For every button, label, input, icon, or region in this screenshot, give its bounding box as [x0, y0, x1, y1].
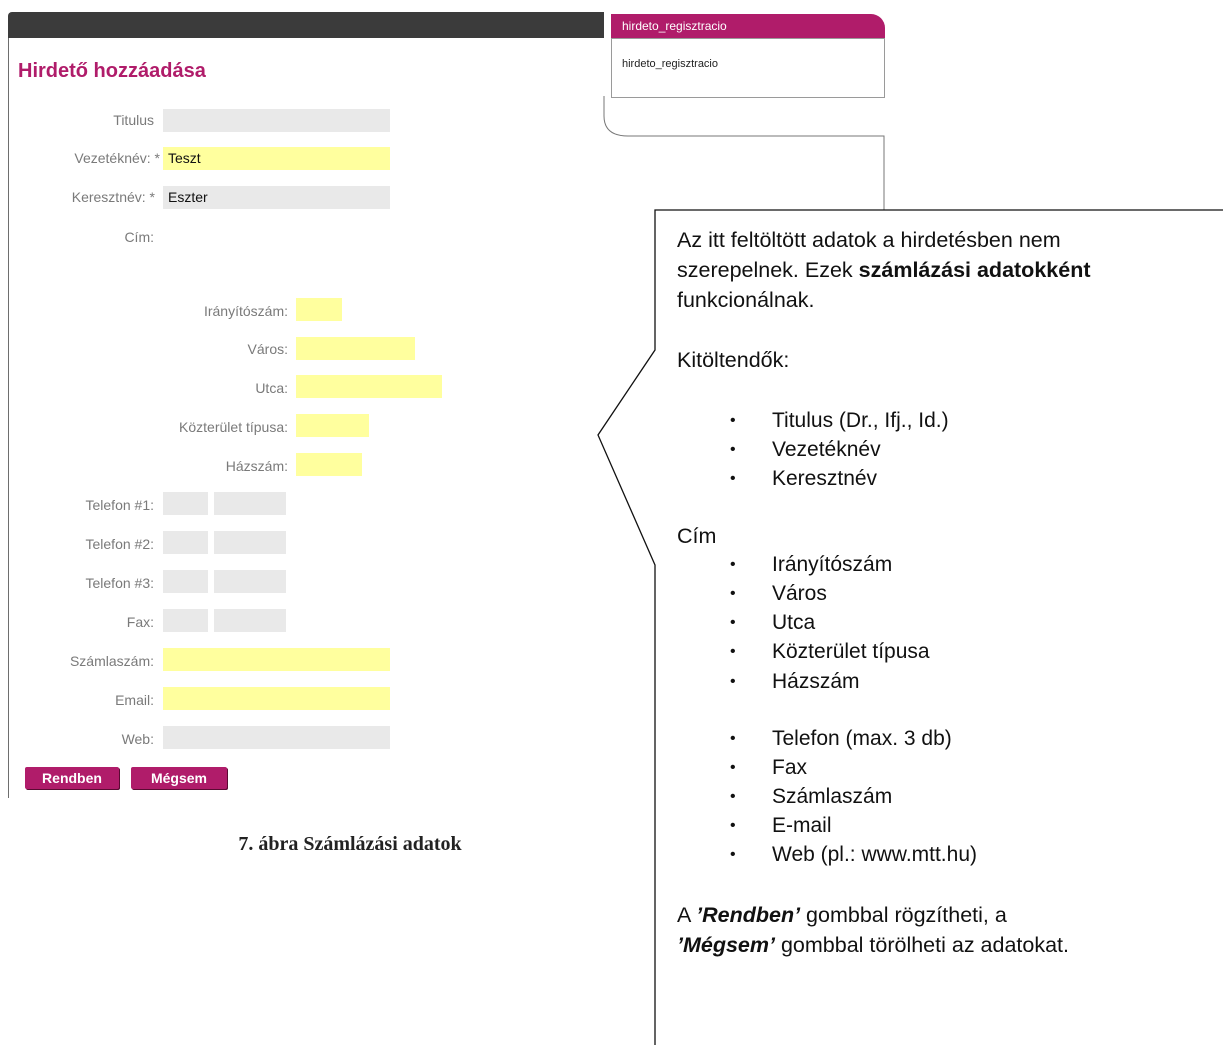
callout-address-heading: Cím [677, 524, 717, 548]
callout-intro-line3: funkcionálnak. [677, 288, 815, 312]
callout-footer-line1: A ’Rendben’ gombbal rögzítheti, a [677, 903, 1007, 927]
callout-intro-line2: szerepelnek. Ezek számlázási adatokként [677, 258, 1091, 282]
list-item-varos: Város [730, 582, 827, 606]
callout-footer-line2: ’Mégsem’ gombbal törölheti az adatokat. [677, 933, 1070, 957]
list-item-email: E-mail [730, 814, 831, 838]
list-item-keresztnev: Keresztnév [730, 467, 877, 491]
list-item-hazszam: Házszám [730, 670, 859, 694]
callout-required-heading: Kitöltendők: [677, 348, 790, 372]
list-item-telefon: Telefon (max. 3 db) [730, 727, 952, 751]
list-item-vezeteknev: Vezetéknév [730, 438, 880, 462]
list-item-kozterulet: Közterület típusa [730, 640, 929, 664]
list-item-utca: Utca [730, 611, 815, 635]
callout-intro-line1: Az itt feltöltött adatok a hirdetésben n… [677, 228, 1061, 252]
callout-bubble [597, 209, 1223, 1045]
list-item-web: Web (pl.: www.mtt.hu) [730, 843, 977, 867]
list-item-szamlaszam: Számlaszám [730, 785, 892, 809]
list-item-iranyitoszam: Irányítószám [730, 553, 892, 577]
list-item-titulus: Titulus (Dr., Ifj., Id.) [730, 409, 948, 433]
list-item-fax: Fax [730, 756, 807, 780]
